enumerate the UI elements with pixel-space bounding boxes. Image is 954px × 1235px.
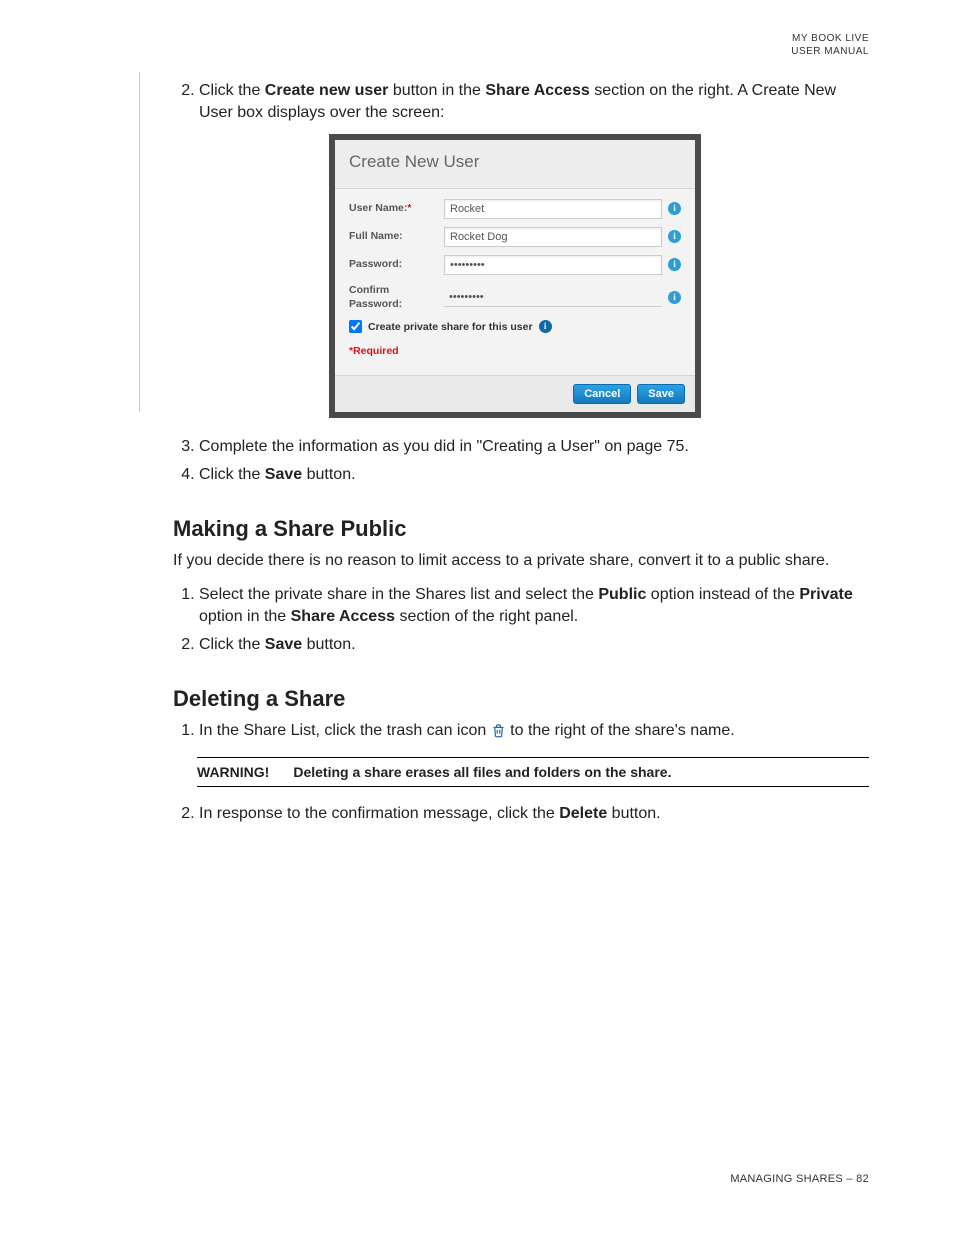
row-fullname: Full Name: Rocket Dog i: [349, 227, 681, 247]
save-button[interactable]: Save: [637, 384, 685, 404]
cancel-button[interactable]: Cancel: [573, 384, 631, 404]
header-line2: USER MANUAL: [791, 45, 869, 58]
label-fullname: Full Name:: [349, 229, 444, 243]
label-confirm-password: Confirm Password:: [349, 283, 444, 312]
delete-step-1: In the Share List, click the trash can i…: [199, 720, 869, 745]
page-header: MY BOOK LIVE USER MANUAL: [791, 32, 869, 58]
checkbox-label: Create private share for this user: [368, 320, 533, 334]
input-username[interactable]: Rocket: [444, 199, 662, 219]
header-line1: MY BOOK LIVE: [791, 32, 869, 45]
heading-deleting-share: Deleting a Share: [173, 686, 869, 712]
label-username: User Name:*: [349, 201, 444, 215]
row-confirm-password: Confirm Password: ••••••••• i: [349, 283, 681, 312]
heading-making-share-public: Making a Share Public: [173, 516, 869, 542]
public-step-1: Select the private share in the Shares l…: [199, 584, 869, 628]
dialog-title: Create New User: [335, 140, 695, 188]
info-icon[interactable]: i: [539, 320, 552, 333]
required-note: *Required: [349, 344, 681, 358]
checkbox-private-share[interactable]: [349, 320, 362, 333]
input-fullname[interactable]: Rocket Dog: [444, 227, 662, 247]
trash-icon: [491, 723, 506, 745]
info-icon[interactable]: i: [668, 230, 681, 243]
info-icon[interactable]: i: [668, 258, 681, 271]
row-private-share-checkbox: Create private share for this user i: [349, 320, 681, 334]
label-password: Password:: [349, 257, 444, 271]
row-username: User Name:* Rocket i: [349, 199, 681, 219]
row-password: Password: ••••••••• i: [349, 255, 681, 275]
dialog-footer: Cancel Save: [335, 375, 695, 412]
input-confirm-password[interactable]: •••••••••: [444, 288, 662, 307]
input-password[interactable]: •••••••••: [444, 255, 662, 275]
warning-block: WARNING! Deleting a share erases all file…: [197, 757, 869, 787]
info-icon[interactable]: i: [668, 291, 681, 304]
delete-step-2: In response to the confirmation message,…: [199, 803, 869, 825]
margin-rule: [139, 72, 140, 412]
create-new-user-dialog: Create New User User Name:* Rocket i Ful…: [329, 134, 701, 417]
info-icon[interactable]: i: [668, 202, 681, 215]
page-footer: MANAGING SHARES – 82: [730, 1173, 869, 1185]
warning-label: WARNING!: [197, 764, 269, 780]
step-2: Click the Create new user button in the …: [199, 80, 869, 418]
warning-text: Deleting a share erases all files and fo…: [293, 764, 671, 780]
public-step-2: Click the Save button.: [199, 634, 869, 656]
step-4: Click the Save button.: [199, 464, 869, 486]
public-intro: If you decide there is no reason to limi…: [173, 550, 869, 572]
step-3: Complete the information as you did in "…: [199, 436, 869, 458]
